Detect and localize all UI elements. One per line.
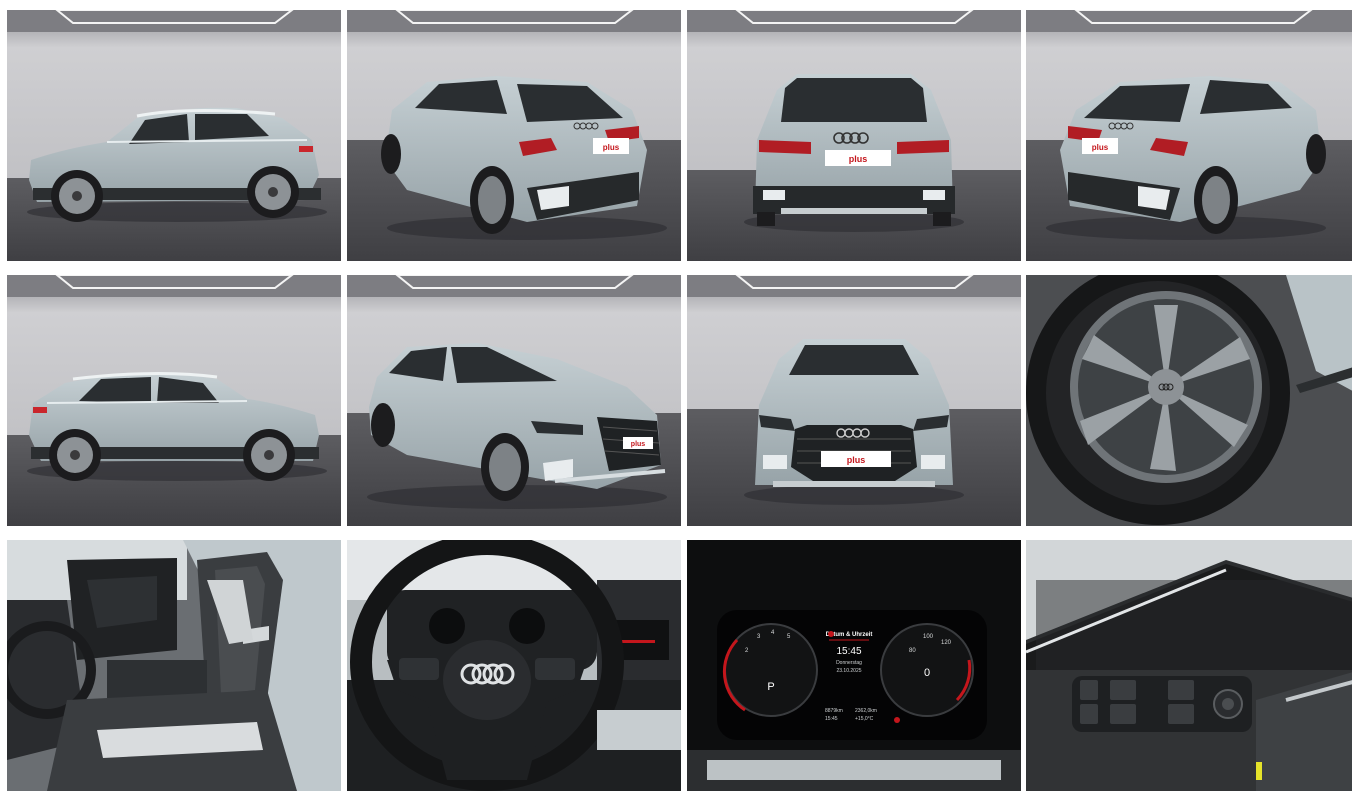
car-rear-right-image: plus [1026,10,1352,261]
door-panel-switches-image [1026,540,1352,791]
gallery-photo-interior-seats[interactable] [7,540,341,791]
gallery-photo-steering-wheel[interactable] [347,540,681,791]
license-plate-text: plus [631,441,645,448]
license-plate-text: plus [1092,143,1109,152]
license-plate-text: plus [847,455,866,465]
gallery-photo-side-left[interactable] [7,10,341,261]
steering-wheel-image [347,540,681,791]
car-side-left-image [7,10,341,261]
cluster-temp: +15,0°C [855,716,874,722]
gear-indicator: P [767,681,774,693]
gallery-photo-front-three-quarter-left[interactable]: plus [347,275,681,526]
svg-text:120: 120 [941,640,952,646]
cluster-small-time: 15:45 [825,716,838,722]
cluster-time: 15:45 [836,646,861,657]
svg-text:80: 80 [909,648,916,654]
cluster-date: 23.10.2025 [836,668,861,674]
gallery-photo-rear-three-quarter-right[interactable]: plus [1026,10,1352,261]
license-plate-text: plus [849,154,868,164]
car-front-left-image: plus [347,275,681,526]
cluster-odo-left: 8879km [825,708,843,714]
car-rear-left-image: plus [347,10,681,261]
car-rear-image: plus [687,10,1021,261]
cluster-odo-right: 2362,0km [855,708,877,714]
cluster-right-center: 0 [924,667,930,679]
license-plate-text: plus [603,143,620,152]
photo-gallery: plus plus plus plus plus 2 3 4 5 80 100 … [0,0,1352,791]
gallery-photo-door-panel[interactable] [1026,540,1352,791]
gallery-photo-wheel[interactable] [1026,275,1352,526]
car-side-right-image [7,275,341,526]
gallery-photo-side-right[interactable] [7,275,341,526]
gallery-photo-instrument-cluster[interactable]: 2345 80 100 120 P 0 Datum & Uhrzeit 15:45 … [687,540,1021,791]
svg-text:100: 100 [923,634,934,640]
alloy-wheel-image [1026,275,1352,526]
cluster-day: Donnerstag [836,660,862,666]
gallery-photo-rear-three-quarter-left[interactable]: plus [347,10,681,261]
gallery-photo-rear[interactable]: plus [687,10,1021,261]
car-front-image: plus [687,275,1021,526]
virtual-cockpit-image: 2345 80100120 P 0 Datum & Uhrzeit 15:45 … [687,540,1021,791]
gallery-photo-front[interactable]: plus [687,275,1021,526]
front-seats-image [7,540,341,791]
